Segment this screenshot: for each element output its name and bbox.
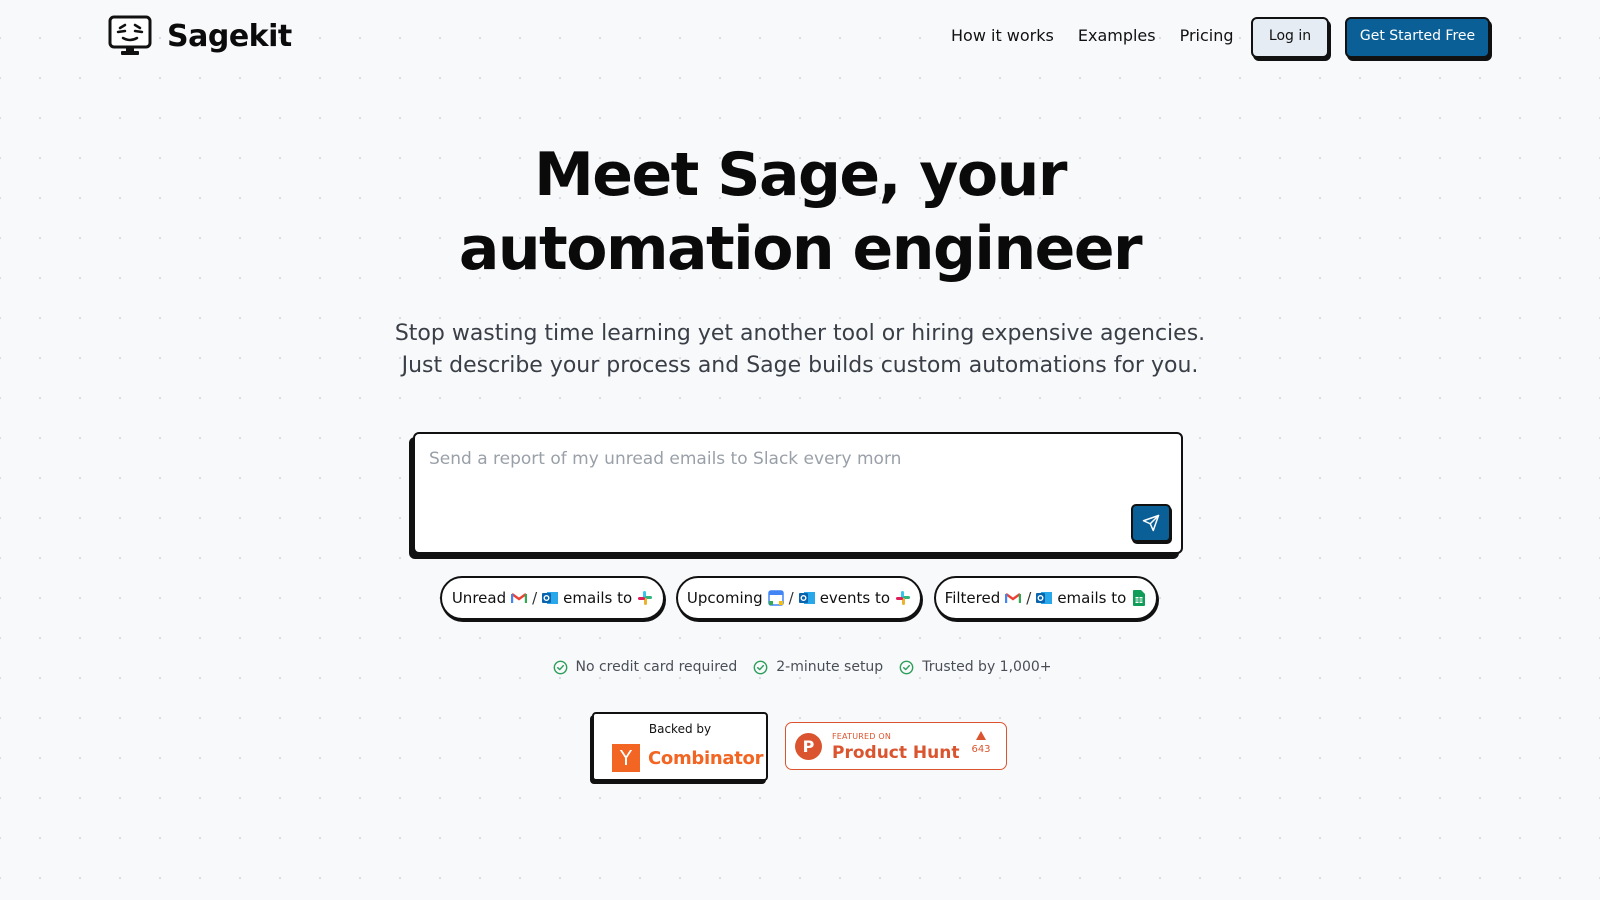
chip-suffix: emails to (1057, 589, 1127, 607)
top-nav: Sagekit How it works Examples Pricing Lo… (0, 0, 1600, 74)
example-chip-unread-emails[interactable]: Unread / emails to (440, 576, 665, 620)
nav-link-pricing[interactable]: Pricing (1180, 26, 1234, 45)
example-chip-filtered-emails[interactable]: Filtered / emails to (934, 576, 1158, 620)
gmail-icon (1005, 590, 1022, 606)
gmail-icon (511, 590, 528, 606)
upvote-arrow-icon (976, 731, 986, 740)
check-circle-icon (753, 660, 768, 674)
chip-separator: / (532, 589, 538, 607)
google-sheets-icon (1131, 590, 1147, 606)
brand-logo[interactable]: Sagekit (108, 15, 292, 57)
automation-prompt-input[interactable] (429, 444, 1119, 474)
slack-icon (895, 590, 911, 606)
chip-prefix: Upcoming (686, 589, 763, 607)
hero-subtitle-line-1: Stop wasting time learning yet another t… (394, 321, 1206, 346)
prompt-box (413, 432, 1183, 554)
chip-separator: / (788, 589, 794, 607)
example-chip-upcoming-events[interactable]: Upcoming / events to (676, 576, 922, 620)
trust-item-label: 2-minute setup (776, 659, 884, 675)
check-circle-icon (899, 660, 914, 674)
hero-subtitle-line-2: Just describe your process and Sage buil… (401, 353, 1199, 378)
trust-signals: No credit card required 2-minute setup T… (0, 659, 1600, 675)
ph-vote-count: 643 (971, 744, 991, 755)
ph-name: Product Hunt (832, 743, 960, 763)
outlook-icon (798, 590, 815, 606)
brand-name: Sagekit (167, 18, 292, 54)
trust-item: Trusted by 1,000+ (899, 659, 1052, 675)
hero-title-line-1: Meet Sage, your (534, 140, 1067, 210)
slack-icon (637, 590, 653, 606)
hero-title: Meet Sage, your automation engineer (0, 138, 1600, 286)
ph-featured-label: FEATURED ON (832, 732, 892, 741)
yc-logo-row: Y Combinator (612, 744, 764, 772)
nav-link-how-it-works[interactable]: How it works (951, 26, 1054, 45)
trust-item-label: Trusted by 1,000+ (922, 659, 1052, 675)
sage-monitor-icon (108, 15, 152, 55)
send-icon (1142, 514, 1160, 532)
get-started-button[interactable]: Get Started Free (1345, 17, 1490, 58)
product-hunt-badge[interactable]: P FEATURED ON Product Hunt 643 (785, 722, 1007, 770)
trust-item: No credit card required (553, 659, 738, 675)
example-chips: Unread / emails to Upcoming / events to … (0, 576, 1600, 621)
chip-separator: / (1026, 589, 1032, 607)
yc-name: Combinator (648, 747, 764, 769)
ycombinator-icon: Y (612, 744, 640, 772)
chip-suffix: events to (819, 589, 891, 607)
nav-link-examples[interactable]: Examples (1078, 26, 1156, 45)
chip-prefix: Filtered (944, 589, 1001, 607)
hero-title-line-2: automation engineer (458, 214, 1143, 284)
chip-prefix: Unread (451, 589, 507, 607)
check-circle-icon (553, 660, 567, 674)
trust-item-label: No credit card required (575, 659, 738, 675)
outlook-icon (1036, 590, 1053, 606)
hero-subtitle: Stop wasting time learning yet another t… (0, 318, 1600, 382)
product-hunt-icon: P (795, 733, 822, 760)
chip-suffix: emails to (563, 589, 633, 607)
login-button[interactable]: Log in (1251, 17, 1329, 58)
outlook-icon (542, 590, 559, 606)
google-calendar-icon (767, 590, 784, 606)
ycombinator-badge[interactable]: Backed by Y Combinator (592, 712, 768, 781)
nav-links: How it works Examples Pricing (951, 26, 1234, 45)
ph-votes: 643 (970, 731, 992, 755)
send-button[interactable] (1131, 504, 1171, 542)
yc-backed-by-label: Backed by (648, 722, 712, 736)
trust-item: 2-minute setup (753, 659, 883, 675)
